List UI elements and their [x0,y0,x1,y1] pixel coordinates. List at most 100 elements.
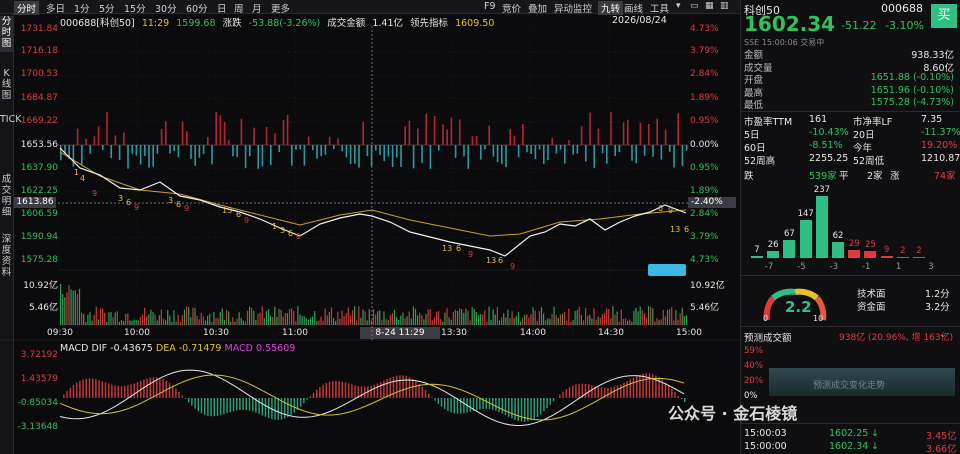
macd-bar [479,398,481,410]
macd-bar [210,398,212,417]
nine-turn-label: 6 [456,244,461,253]
macd-bar [223,398,225,415]
breadth-bar [400,145,402,167]
breadth-bar [471,136,474,145]
breadth-bar [106,111,108,145]
distribution-bucket: 3 [928,262,934,272]
macd-bar [124,385,126,398]
macd-bar [300,398,302,407]
volume-bar [356,320,358,325]
macd-bar [98,380,100,398]
macd-bar [658,377,660,398]
breadth-bar [139,145,142,165]
macd-bar [549,398,551,405]
fund-label: 资金面 [857,302,886,313]
breadth-bar [534,145,537,160]
volume-bar [160,309,162,325]
volume-bar [301,315,303,325]
breadth-bar [366,145,369,157]
volume-bar [557,318,559,325]
macd-bar [85,378,87,398]
breadth-bar [396,145,398,158]
macd-bar [671,388,673,398]
volume-bar [402,312,404,325]
volume-bar [341,310,343,325]
volume-bar [433,317,435,325]
breadth-bar [274,133,276,145]
breadth-bar [568,140,570,145]
volume-bar [515,316,517,325]
tick-time: 15:00:03 [744,428,787,439]
breadth-bar [169,145,171,154]
breadth-bar [387,145,390,157]
distribution-value: 26 [767,240,779,251]
breadth-bar [123,132,125,145]
volume-bar [368,309,370,325]
volume-bar [263,318,265,325]
distribution-bar [832,241,844,258]
last-price: 1602.34 [744,12,836,36]
macd-bar [444,398,446,410]
volume-bar [643,313,645,325]
distribution-bar [880,255,893,258]
volume-bar [242,320,244,325]
volume-bar [509,318,511,325]
macd-bar [287,398,289,418]
volume-bar [127,313,129,325]
intraday-chart[interactable]: 1493 693 6 9 13 691 3 6 913 6913 696 913 6 [0,0,740,454]
volume-bar [410,318,412,325]
nine-turn-label: 9 [92,189,97,198]
breadth-bar [631,145,633,161]
macd-bar [392,376,395,398]
gauge-value: 2.2 [785,298,812,316]
volume-bar [261,306,263,325]
breadth-bar [593,145,595,168]
breadth-bar [576,145,579,154]
breadth-bar [480,145,482,160]
macd-bar [162,379,164,398]
macd-bar [114,385,116,398]
breadth-bar [618,145,621,153]
volume-bar [496,306,498,325]
nine-turn-label: 9 [244,216,249,225]
volume-bar [204,320,207,325]
volume-bar [102,308,104,325]
breadth-bar [144,145,146,157]
volume-bar [358,306,360,325]
volume-bar [582,320,585,325]
volume-bar [454,309,456,325]
macd-bar [546,398,548,409]
distribution-value: 147 [797,208,814,219]
volume-bar [123,321,125,325]
breadth-bar [181,121,184,145]
volume-bar [429,309,431,325]
distribution-bucket: -7 [764,262,774,272]
breadth-bar [597,128,600,145]
macd-bar [136,382,139,398]
nine-turn-label: 6 [684,225,689,234]
volume-bar [87,314,89,325]
breadth-bar [127,145,129,169]
macd-bar [530,398,532,421]
volume-bar [72,290,74,325]
forecast-expand-icon[interactable]: ⌄ [939,329,947,340]
macd-bar [152,377,155,398]
macd-bar [335,380,337,398]
distribution-value: 7 [754,245,760,256]
breadth-bar [202,145,205,154]
breadth-bar [572,145,574,155]
volume-bar [70,289,72,325]
distribution-bucket: -3 [829,262,839,272]
nine-turn-label: 6 [498,256,503,265]
forecast-title: 预测成交额 [744,333,792,344]
buy-button[interactable]: 买 [931,4,957,28]
volume-bar [666,310,669,325]
volume-bar [156,320,158,325]
macd-bar [639,374,641,398]
macd-bar [178,391,180,398]
volume-bar [536,321,538,325]
macd-bars [63,373,686,422]
volume-bar [225,310,228,325]
macd-bar [476,398,478,411]
macd-bar [664,382,667,398]
